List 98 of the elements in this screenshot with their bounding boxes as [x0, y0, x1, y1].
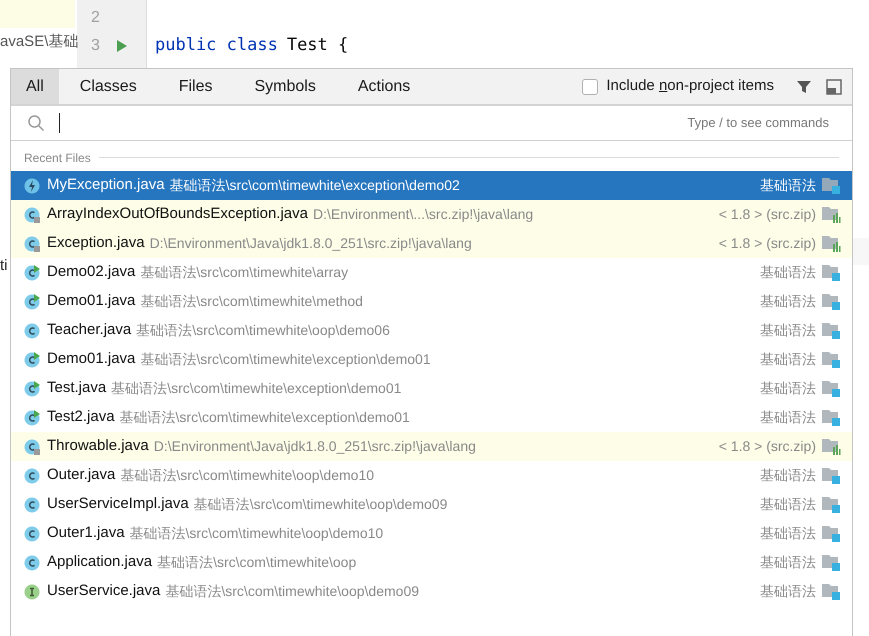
runnable-class-icon	[24, 410, 40, 426]
file-name: Outer1.java	[47, 523, 125, 544]
location-label: 基础语法	[760, 350, 816, 369]
location-label: 基础语法	[760, 553, 816, 572]
include-checkbox-label[interactable]: Include non-project items	[606, 75, 774, 98]
interface-icon	[24, 584, 40, 600]
location-label: 基础语法	[760, 379, 816, 398]
file-name: MyException.java	[47, 175, 165, 196]
location-label: 基础语法	[760, 321, 816, 340]
file-path: 基础语法\src\com\timewhite\exception\demo01	[120, 408, 410, 427]
location-label: < 1.8 > (src.zip)	[718, 234, 816, 253]
file-name: Demo02.java	[47, 262, 136, 282]
location-label: 基础语法	[760, 263, 816, 282]
tab[interactable]: Symbols	[233, 69, 337, 104]
location-label: 基础语法	[760, 466, 816, 485]
file-path: D:\Environment\...\src.zip!\java\lang	[312, 205, 534, 224]
preview-toggle-icon[interactable]	[826, 78, 842, 94]
file-name: Demo01.java	[47, 349, 136, 370]
location-label: < 1.8 > (src.zip)	[718, 205, 816, 224]
file-path: 基础语法\src\com\timewhite\oop\demo09	[165, 582, 420, 601]
code-text: public class	[155, 34, 278, 57]
location-label: < 1.8 > (src.zip)	[718, 437, 816, 456]
code-text: Test {	[286, 34, 348, 57]
file-name: Test2.java	[47, 407, 115, 428]
file-path: D:\Environment\Java\jdk1.8.0_251\src.zip!\java\lang	[150, 234, 472, 253]
class-icon	[24, 468, 40, 484]
file-name: Test.java	[47, 378, 106, 398]
library-folder-icon	[822, 206, 841, 223]
locked-class-icon	[24, 236, 40, 252]
library-folder-icon	[822, 438, 841, 455]
class-icon	[24, 554, 40, 570]
class-icon	[24, 526, 40, 542]
class-icon	[24, 496, 40, 512]
runnable-class-icon	[24, 352, 40, 368]
file-path: 基础语法\src\com\timewhite\exception\demo01	[140, 350, 431, 369]
include-checkbox[interactable]	[582, 78, 598, 94]
location-label: 基础语法	[760, 408, 816, 427]
module-folder-icon	[822, 467, 841, 484]
module-folder-icon	[822, 496, 841, 513]
runnable-class-icon	[24, 264, 40, 280]
module-folder-icon	[822, 293, 841, 310]
file-path: 基础语法\src\com\timewhite\oop\demo10	[130, 524, 384, 543]
module-folder-icon	[822, 322, 841, 339]
tab[interactable]: Files	[158, 69, 234, 104]
locked-class-icon	[24, 206, 40, 222]
library-folder-icon	[822, 235, 841, 252]
run-icon[interactable]	[117, 40, 127, 52]
location-label: 基础语法	[760, 292, 816, 311]
module-folder-icon	[822, 177, 841, 194]
file-row[interactable]: Exception.java D:\Environment\Java\jdk1.8.0_251\src.zip!\java\lang < 1.8 > (src.zip)	[11, 229, 852, 258]
file-name: UserServiceImpl.java	[47, 494, 189, 514]
line-number: 2	[91, 8, 101, 28]
location-label: 基础语法	[760, 495, 816, 514]
module-folder-icon	[822, 525, 841, 542]
file-name: Throwable.java	[47, 436, 149, 456]
runnable-class-icon	[24, 380, 40, 396]
file-name: Outer.java	[47, 465, 116, 486]
file-row[interactable]: MyException.java 基础语法\src\com\timewhite\exception\demo02 基础语法	[11, 171, 852, 200]
tab[interactable]: Classes	[58, 69, 158, 104]
class-icon	[24, 322, 40, 338]
filter-icon[interactable]	[796, 78, 812, 94]
file-name: Application.java	[47, 552, 152, 572]
module-folder-icon	[822, 264, 841, 281]
project-tree-text: ti	[0, 256, 8, 276]
module-folder-icon	[822, 409, 841, 426]
location-label: 基础语法	[760, 524, 816, 543]
search-icon	[27, 114, 45, 132]
module-folder-icon	[822, 351, 841, 368]
file-path: 基础语法\src\com\timewhite\oop\demo06	[136, 321, 390, 340]
file-path: 基础语法\src\com\timewhite\oop\demo09	[194, 495, 448, 514]
file-name: UserService.java	[47, 581, 160, 602]
module-folder-icon	[822, 583, 841, 600]
file-name: Demo01.java	[47, 291, 136, 312]
file-path: 基础语法\src\com\timewhite\array	[140, 263, 348, 282]
file-name: ArrayIndexOutOfBoundsException.java	[47, 204, 308, 224]
location-label: 基础语法	[760, 582, 816, 601]
file-row[interactable]: ArrayIndexOutOfBoundsException.java D:\Environment\...\src.zip!\java\lang < 1.8 > (src.zip)	[11, 200, 852, 229]
file-name: Exception.java	[47, 233, 145, 254]
lightning-class-icon	[24, 178, 40, 194]
runnable-class-icon	[24, 294, 40, 310]
project-path: avaSE\基础	[0, 32, 78, 52]
file-path: 基础语法\src\com\timewhite\oop	[157, 553, 356, 572]
module-folder-icon	[822, 554, 841, 571]
file-path: 基础语法\src\com\timewhite\method	[140, 292, 363, 311]
tab[interactable]: Actions	[336, 69, 432, 104]
file-row[interactable]: Throwable.java D:\Environment\Java\jdk1.8.0_251\src.zip!\java\lang < 1.8 > (src.zip)	[11, 432, 852, 461]
module-folder-icon	[822, 380, 841, 397]
locked-class-icon	[24, 438, 40, 454]
line-number: 3	[91, 36, 101, 56]
file-path: 基础语法\src\com\timewhite\exception\demo02	[170, 176, 460, 195]
search-hint: Type / to see commands	[687, 114, 829, 132]
file-path: D:\Environment\Java\jdk1.8.0_251\src.zip!\java\lang	[154, 437, 476, 456]
file-name: Teacher.java	[47, 320, 132, 340]
file-path: 基础语法\src\com\timewhite\exception\demo01	[111, 379, 402, 398]
section-header: Recent Files	[24, 150, 91, 166]
tab[interactable]: All	[11, 69, 59, 104]
file-path: 基础语法\src\com\timewhite\oop\demo10	[120, 466, 374, 485]
location-label: 基础语法	[760, 176, 816, 195]
